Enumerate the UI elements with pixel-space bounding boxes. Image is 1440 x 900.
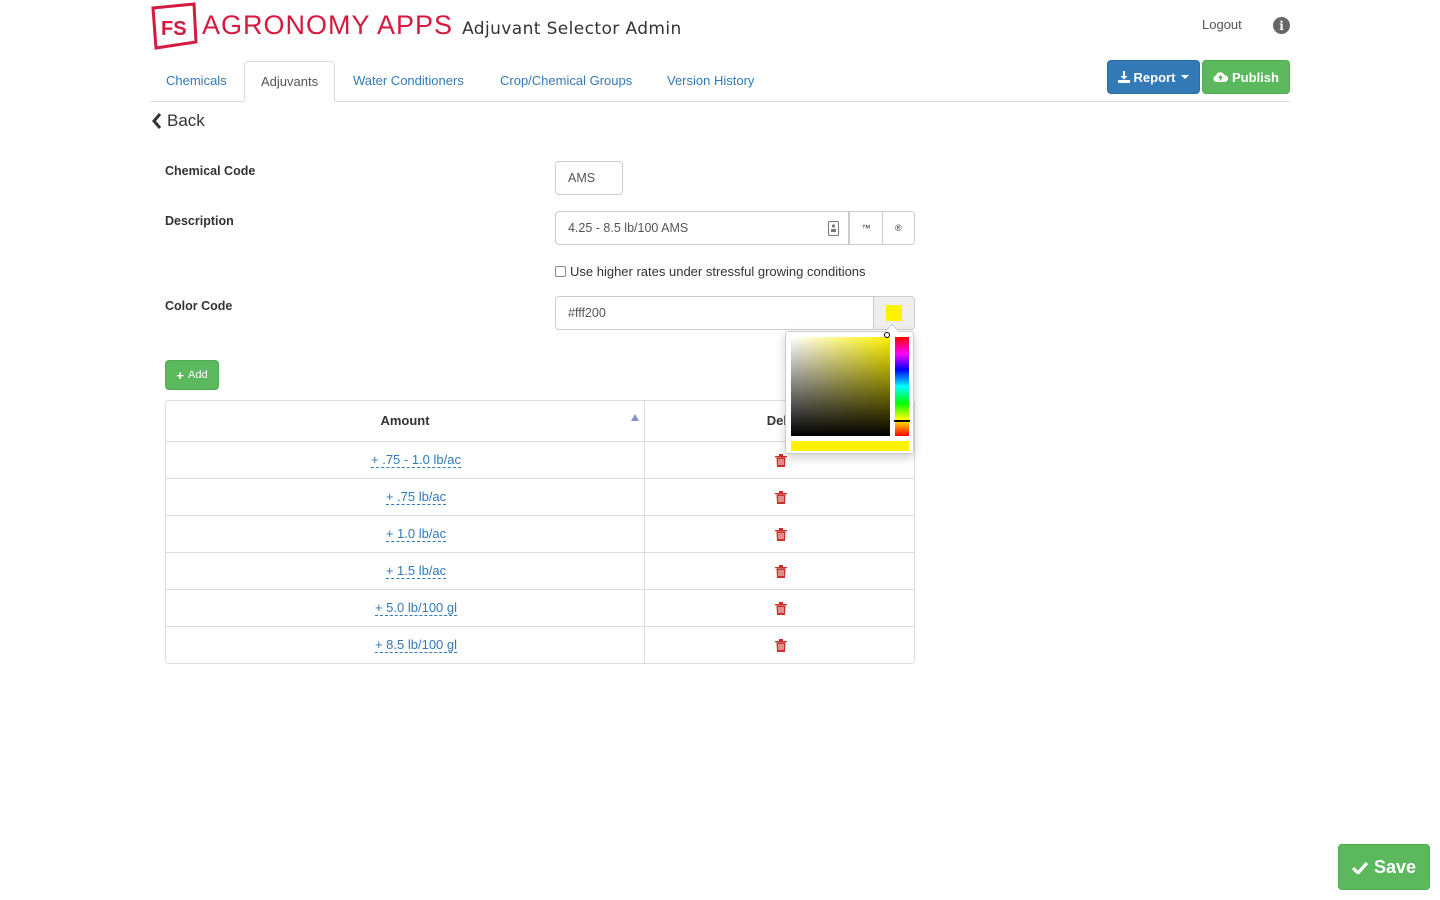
registered-button[interactable]: ® [882,211,915,245]
trash-icon[interactable] [774,453,787,467]
trash-icon[interactable] [774,527,787,541]
report-label: Report [1133,69,1176,85]
chemical-code-input[interactable]: AMS [555,161,623,195]
app-title: Adjuvant Selector Admin [462,19,682,39]
amount-link[interactable]: + 1.0 lb/ac [385,526,447,542]
amount-link[interactable]: + 5.0 lb/100 gl [374,600,458,616]
trash-icon[interactable] [774,490,787,504]
cloud-upload-icon [1213,72,1229,82]
color-preview-bar [791,441,909,451]
tab-chemicals[interactable]: Chemicals [150,61,243,102]
column-header-amount[interactable]: Amount [166,401,645,441]
higher-rates-option[interactable]: Use higher rates under stressful growing… [555,264,866,279]
amount-link[interactable]: + .75 - 1.0 lb/ac [371,452,461,468]
saturation-handle[interactable] [884,332,890,338]
chemical-code-label: Chemical Code [165,164,256,178]
color-code-label: Color Code [165,299,233,313]
trash-icon[interactable] [774,564,787,578]
save-button[interactable]: Save [1338,844,1430,890]
trash-icon[interactable] [774,638,787,652]
saturation-area[interactable] [791,337,890,436]
chevron-left-icon [152,113,162,129]
table-row: + 8.5 lb/100 gl [166,627,914,663]
report-button[interactable]: Report [1107,60,1200,94]
checkmark-icon [1351,861,1368,874]
table-row: + 5.0 lb/100 gl [166,590,914,627]
publish-button[interactable]: Publish [1202,60,1290,94]
add-label: Add [188,369,208,381]
info-icon[interactable]: i [1273,17,1290,34]
add-button[interactable]: + Add [165,360,219,390]
higher-rates-checkbox[interactable] [555,266,566,277]
description-input[interactable]: 4.25 - 8.5 lb/100 AMS [555,211,849,245]
back-link[interactable]: Back [151,111,205,131]
logout-link[interactable]: Logout [1202,17,1242,32]
table-row: + .75 lb/ac [166,479,914,516]
amount-header-label: Amount [380,413,430,428]
amount-link[interactable]: + 8.5 lb/100 gl [374,637,458,653]
contact-card-icon [828,221,839,236]
tab-version-history[interactable]: Version History [651,61,770,102]
download-icon [1117,71,1130,83]
save-label: Save [1373,856,1417,877]
table-row: + 1.5 lb/ac [166,553,914,590]
higher-rates-label: Use higher rates under stressful growing… [570,264,866,279]
color-swatch-button[interactable] [873,296,915,330]
tab-water-conditioners[interactable]: Water Conditioners [337,61,480,102]
plus-icon: + [176,367,184,383]
publish-label: Publish [1232,69,1279,85]
svg-text:FS: FS [161,18,187,40]
hue-marker[interactable] [894,420,910,422]
brand: FS AGRONOMY APPS Adjuvant Selector Admin [150,2,682,50]
amount-link[interactable]: + 1.5 lb/ac [385,563,447,579]
back-label: Back [167,111,205,130]
color-swatch [886,305,902,321]
trash-icon[interactable] [774,601,787,615]
amount-link[interactable]: + .75 lb/ac [385,489,447,505]
tab-adjuvants[interactable]: Adjuvants [244,61,335,102]
table-row: + 1.0 lb/ac [166,516,914,553]
color-code-input[interactable]: #fff200 [555,296,874,330]
sort-asc-icon[interactable] [631,414,639,421]
brand-name: AGRONOMY APPS [202,9,454,40]
tab-crop-chemical-groups[interactable]: Crop/Chemical Groups [484,61,648,102]
description-label: Description [165,214,234,228]
trademark-button[interactable]: ™ [849,211,883,245]
caret-down-icon [1181,75,1190,79]
description-value: 4.25 - 8.5 lb/100 AMS [568,221,689,235]
color-picker-popover [785,323,914,454]
fs-logo: FS [150,2,198,50]
